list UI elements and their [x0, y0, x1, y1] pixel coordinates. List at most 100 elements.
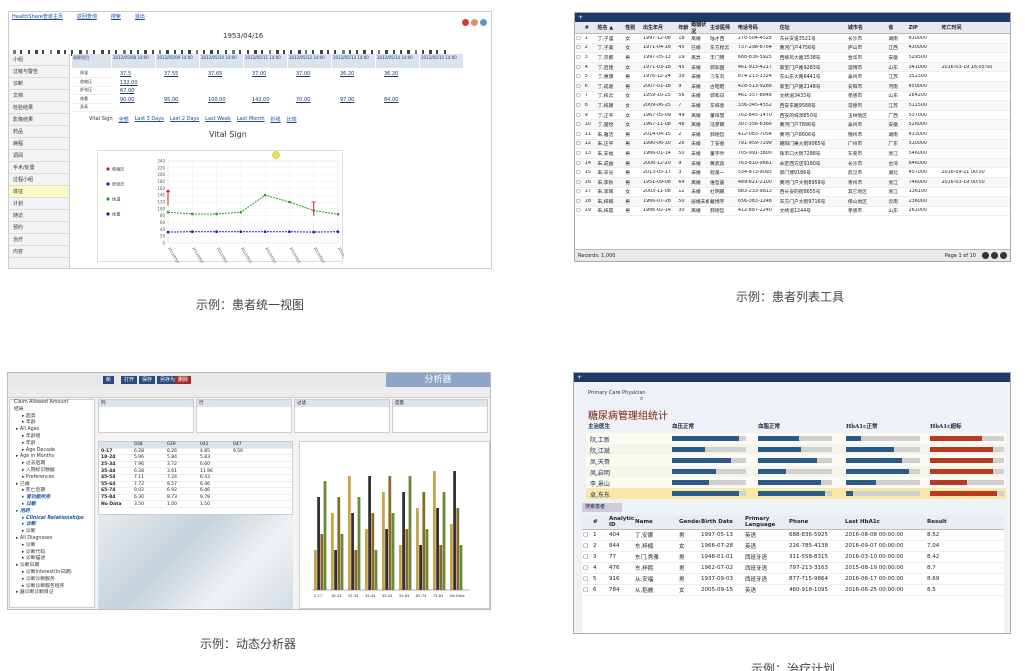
table-row[interactable]: ▢ 10 丁,楚怡 女 1967-11-08 48 离婚 冯梦颖 307-356-6366 黄河门…	[575, 120, 1010, 130]
filter-option-7[interactable]: 比较	[287, 116, 297, 123]
group-icon[interactable]	[480, 19, 487, 26]
user-icon[interactable]	[471, 19, 478, 26]
filter-option-1[interactable]: 全部	[119, 116, 129, 123]
observation-value[interactable]: 132.00	[120, 80, 138, 86]
column-header-12[interactable]: 死亡时间	[940, 24, 1010, 31]
tree-node[interactable]: ▸ All Ages	[10, 427, 94, 434]
sidebar-item-1[interactable]: 过敏与警告	[9, 66, 69, 78]
sidebar-item-0[interactable]: 小组	[9, 54, 69, 66]
column-header-9[interactable]: 城市名	[847, 24, 887, 31]
row-checkbox[interactable]: ▢	[575, 113, 584, 118]
observation-value[interactable]: 84.00	[384, 97, 398, 103]
column-header-6[interactable]: Phone	[788, 519, 844, 525]
column-header-8[interactable]: 住址	[779, 24, 847, 31]
row-checkbox[interactable]: ▢	[582, 532, 592, 538]
row-checkbox[interactable]: ▢	[575, 74, 584, 79]
column-header-2[interactable]: 性别	[624, 24, 642, 31]
top-link-1[interactable]: 返回查询	[77, 13, 97, 20]
toolbar-button-2[interactable]: 保存	[139, 376, 156, 384]
filter-option-6[interactable]: 折线	[271, 116, 281, 123]
filter-option-2[interactable]: Last 3 Days	[135, 116, 164, 123]
toolbar-button[interactable]: 搜索患者	[582, 503, 622, 512]
column-header-0[interactable]: #	[584, 25, 597, 31]
alert-icon[interactable]	[462, 19, 469, 26]
sidebar-item-5[interactable]: 影像结果	[9, 114, 69, 126]
column-header-7[interactable]: Last HbA1c	[844, 519, 926, 525]
table-row[interactable]: ▢ 3 丁,京都 男 1997-05-13 19 离异 丰门明 688-836-5925 西柳风大…	[575, 53, 1010, 63]
tree-node[interactable]: ▸ 肾功能所用	[10, 495, 94, 502]
prev-page-button[interactable]	[982, 252, 989, 259]
table-row[interactable]: ▢ 8 丁,梓颖 女 2009-06-25 7 未婚 东梓意 336-345-4552 西安东路9…	[575, 101, 1010, 111]
table-row[interactable]: ▢ 4 丁,启建 女 1971-03-18 45 未婚 郭知国 461-913-4217 家宝门户…	[575, 62, 1010, 73]
add-tab-button[interactable]: +	[578, 14, 583, 21]
doctor-row[interactable]: 凤,启明	[586, 466, 1006, 477]
sidebar-item-4[interactable]: 检验结果	[9, 102, 69, 114]
table-row[interactable]: ▢ 6 784 从,稻麗 女 2005-09-15 英语 460-918-1095 2016-0…	[582, 585, 1004, 596]
column-header-3[interactable]: Gender	[678, 519, 700, 525]
row-checkbox[interactable]: ▢	[575, 170, 584, 175]
tree-node[interactable]: ▸ 年龄组	[10, 434, 94, 441]
sidebar-item-13[interactable]: 随访	[9, 210, 69, 222]
table-row[interactable]: ▢ 14 朱,成益 男 2006-12-20 9 未婚 黄武良 763-810-9681 永定西方…	[575, 158, 1010, 169]
column-header-2[interactable]: Name	[634, 519, 678, 525]
column-header-5[interactable]: Primary Language	[744, 516, 788, 528]
tree-node[interactable]: ▸ Preferences	[10, 475, 94, 482]
table-row[interactable]: 35-44 6.28 3.61 11.96	[99, 468, 292, 475]
table-row[interactable]: ▢ 19 朱,梓晨 男 1986-02-14 30 离婚 郝德哲 412-887-2240 文绣道…	[575, 207, 1010, 217]
tree-node[interactable]: ▸ 器诊断诊断目记	[10, 590, 94, 597]
filter-option-4[interactable]: Last Week	[205, 116, 231, 123]
column-header-3[interactable]: 出生年月	[642, 24, 677, 31]
doctor-row[interactable]: 卓,东东	[586, 488, 1006, 499]
table-row[interactable]: 45-54 7.11 7.24 6.43	[99, 475, 292, 482]
table-row[interactable]: ▢ 4 476 东,梓熙 男 1962-07-02 西班牙语 797-213-3163 2015…	[582, 563, 1004, 574]
row-checkbox[interactable]: ▢	[575, 122, 584, 127]
table-row[interactable]: ▢ 13 朱,安福 男 1966-01-14 50 未婚 董宇乔 705-991-3800 珠市口…	[575, 149, 1010, 159]
observation-value[interactable]: 142.00	[252, 97, 270, 103]
table-row[interactable]: ▢ 5 916 从,安福 男 1937-09-03 西班牙语 877-715-9864 2016…	[582, 574, 1004, 585]
table-row[interactable]: ▢ 1 丁,子庙 女 1997-12-08 18 离婚 陆才西 270-504-4528 东长安道…	[575, 34, 1010, 44]
next-page-button[interactable]	[991, 252, 998, 259]
row-checkbox[interactable]: ▢	[575, 103, 584, 108]
row-checkbox[interactable]: ▢	[575, 180, 584, 185]
observation-value[interactable]: 37.5	[120, 71, 131, 77]
filter-option-5[interactable]: Last Month	[237, 116, 265, 123]
tree-node[interactable]: ▸ 诊断Interest(In日期)	[10, 570, 94, 577]
observation-value[interactable]: 67.00	[120, 88, 134, 94]
column-header-6[interactable]: 主诊医师	[709, 24, 737, 31]
sidebar-item-12[interactable]: 计划	[9, 198, 69, 210]
row-checkbox[interactable]: ▢	[575, 36, 584, 41]
tree-node[interactable]: ▸ All Diagnoses	[10, 536, 94, 543]
sidebar-item-14[interactable]: 预约	[9, 222, 69, 234]
toolbar-button-1[interactable]: 打开	[121, 376, 138, 384]
row-checkbox[interactable]: ▢	[575, 199, 584, 204]
row-checkbox[interactable]: ▢	[575, 84, 584, 89]
row-checkbox[interactable]: ▢	[575, 208, 584, 213]
table-row[interactable]: ▢ 18 朱,梓楠 男 1966-07-28 50 层婚未婚 戴博宇 656-383-1248 东…	[575, 197, 1010, 207]
tree-node[interactable]: ▸ 过敏	[10, 502, 94, 509]
sidebar-item-3[interactable]: 文档	[9, 90, 69, 102]
observation-value[interactable]: 100.00	[208, 97, 226, 103]
search-icon[interactable]: ⌕	[640, 395, 643, 403]
column-header-4[interactable]: Birth Date	[700, 519, 744, 525]
column-header-5[interactable]: 婚姻状况	[690, 21, 709, 35]
table-row[interactable]: ▢ 11 朱,雅洁 男 2014-04-15 2 未婚 郝德哲 412-083-7054 黄河门户…	[575, 130, 1010, 140]
sidebar-item-16[interactable]: 内容	[9, 246, 69, 258]
filter-option-3[interactable]: Last 2 Days	[170, 116, 199, 123]
column-header-0[interactable]: #	[592, 519, 608, 525]
tree-node[interactable]: Claim Allowed Amount	[10, 400, 94, 407]
sidebar-item-8[interactable]: 调阅	[9, 150, 69, 162]
table-row[interactable]: 25-34 7.96 3.72 6.60	[99, 462, 292, 469]
tree-node[interactable]: 结局	[10, 407, 94, 414]
sidebar-item-11[interactable]: 体征	[9, 186, 69, 198]
tree-node[interactable]: ▸ 诊断诊断服务	[10, 577, 94, 584]
table-row[interactable]: 75-84 6.30 8.73 9.78	[99, 495, 292, 502]
table-row[interactable]: ▢ 12 朱,正平 男 1990-06-30 26 未婚 丁安春 791-959-7299 朝阳门…	[575, 139, 1010, 150]
observation-value[interactable]: 37.55	[164, 71, 178, 77]
observation-value[interactable]: 97.00	[340, 97, 354, 103]
table-row[interactable]: 0-17 6.28 6.26 4.85 9.56	[99, 449, 292, 456]
tree-node[interactable]: ▸ 年龄	[10, 441, 94, 448]
column-header-11[interactable]: ZIP	[908, 25, 941, 31]
row-checkbox[interactable]: ▢	[582, 543, 592, 549]
observation-value[interactable]: 36.20	[340, 71, 354, 77]
row-checkbox[interactable]: ▢	[575, 55, 584, 60]
